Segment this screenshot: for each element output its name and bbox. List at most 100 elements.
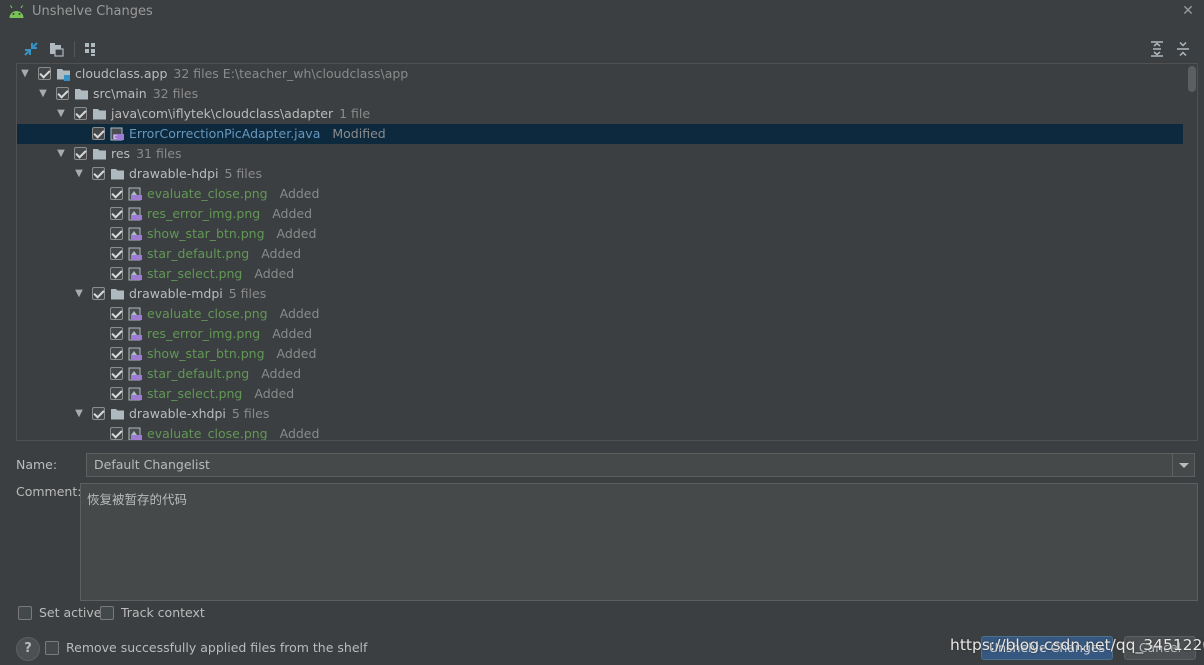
tree-row-name: show_star_btn.png (147, 346, 265, 361)
tree-row-status: Added (254, 386, 295, 401)
include-checkbox[interactable] (110, 327, 123, 340)
image-file-icon (128, 387, 142, 401)
tree-row-status: Added (272, 206, 313, 221)
tree-file-row[interactable]: C ErrorCorrectionPicAdapter.java Modified (17, 124, 1183, 144)
include-checkbox[interactable] (110, 207, 123, 220)
tree-file-row[interactable]: show_star_btn.png Added (17, 344, 1183, 364)
set-active-label: Set active (39, 605, 102, 620)
image-file-icon (128, 247, 142, 261)
tree-file-row[interactable]: star_default.png Added (17, 244, 1183, 264)
folder-icon (75, 89, 88, 100)
include-checkbox[interactable] (110, 187, 123, 200)
remove-applied-checkbox[interactable]: Remove successfully applied files from t… (45, 640, 368, 657)
include-checkbox[interactable] (110, 307, 123, 320)
expand-arrow-icon[interactable]: ▼ (55, 104, 67, 124)
tree-node[interactable]: ▼ src\main 32 files (17, 84, 1183, 104)
help-button[interactable]: ? (16, 637, 40, 661)
expand-arrow-icon[interactable]: ▼ (73, 284, 85, 304)
include-checkbox[interactable] (56, 87, 69, 100)
expand-arrow-icon[interactable]: ▼ (73, 404, 85, 424)
tree-scrollbar[interactable] (1188, 66, 1196, 92)
include-checkbox[interactable] (110, 387, 123, 400)
folder-icon (111, 289, 124, 300)
tree-node[interactable]: ▼ res 31 files (17, 144, 1183, 164)
changes-tree[interactable]: ▼ cloudclass.app 32 files E:\teacher_wh\cl… (16, 63, 1198, 441)
include-checkbox[interactable] (92, 167, 105, 180)
include-checkbox[interactable] (92, 407, 105, 420)
include-checkbox[interactable] (110, 267, 123, 280)
expand-arrow-icon[interactable]: ▼ (55, 144, 67, 164)
include-checkbox[interactable] (92, 287, 105, 300)
tree-node[interactable]: ▼ cloudclass.app 32 files E:\teacher_wh\cl… (17, 64, 1183, 84)
include-checkbox[interactable] (92, 127, 105, 140)
set-active-checkbox[interactable]: Set active (18, 606, 108, 622)
tree-row-label: drawable-hdpi 5 files (129, 164, 262, 184)
show-diff-icon[interactable] (22, 40, 40, 58)
close-icon[interactable]: ✕ (1180, 3, 1196, 19)
include-checkbox[interactable] (110, 367, 123, 380)
expand-all-icon[interactable] (1148, 40, 1166, 58)
tree-row-status: Modified (332, 126, 386, 141)
include-checkbox[interactable] (110, 227, 123, 240)
tree-row-label: res 31 files (111, 144, 182, 164)
tree-node[interactable]: ▼ java\com\iflytek\cloudclass\adapter 1 fi… (17, 104, 1183, 124)
image-file-icon (128, 307, 142, 321)
tree-row-status: Added (279, 306, 320, 321)
include-checkbox[interactable] (74, 147, 87, 160)
image-file-icon (128, 227, 142, 241)
tree-row-meta: 5 files (231, 406, 270, 421)
tree-file-row[interactable]: evaluate_close.png Added (17, 424, 1183, 441)
include-checkbox[interactable] (110, 247, 123, 260)
include-checkbox[interactable] (110, 347, 123, 360)
tree-file-row[interactable]: evaluate_close.png Added (17, 184, 1183, 204)
image-file-icon (128, 367, 142, 381)
tree-file-row[interactable]: star_select.png Added (17, 264, 1183, 284)
tree-row-meta: 32 files (152, 86, 199, 101)
tree-row-name: evaluate_close.png (147, 426, 268, 441)
include-checkbox[interactable] (110, 427, 123, 440)
tree-file-row[interactable]: star_default.png Added (17, 364, 1183, 384)
expand-arrow-icon[interactable]: ▼ (37, 84, 49, 104)
group-by-icon[interactable] (82, 40, 100, 58)
tree-row-name: res (111, 146, 131, 161)
tree-file-row[interactable]: evaluate_close.png Added (17, 304, 1183, 324)
tree-row-meta: 5 files (224, 166, 262, 181)
tree-row-name: drawable-mdpi (129, 286, 223, 301)
tree-row-name: drawable-hdpi (129, 166, 219, 181)
tree-node[interactable]: ▼ drawable-hdpi 5 files (17, 164, 1183, 184)
tree-row-status: Added (276, 226, 317, 241)
tree-node[interactable]: ▼ drawable-xhdpi 5 files (17, 404, 1183, 424)
tree-row-name: java\com\iflytek\cloudclass\adapter (111, 106, 334, 121)
tree-file-row[interactable]: show_star_btn.png Added (17, 224, 1183, 244)
image-file-icon (128, 267, 142, 281)
tree-row-label: evaluate_close.png Added (147, 304, 319, 324)
include-checkbox[interactable] (38, 67, 51, 80)
folder-icon (111, 409, 124, 420)
tree-file-row[interactable]: res_error_img.png Added (17, 324, 1183, 344)
tree-row-name: res_error_img.png (147, 326, 261, 341)
set-active-box[interactable] (18, 606, 32, 620)
track-context-box[interactable] (100, 606, 114, 620)
tree-row-name: show_star_btn.png (147, 226, 265, 241)
expand-arrow-icon[interactable]: ▼ (19, 64, 31, 84)
tree-node[interactable]: ▼ drawable-mdpi 5 files (17, 284, 1183, 304)
tree-file-row[interactable]: res_error_img.png Added (17, 204, 1183, 224)
changelist-name-combo[interactable]: Default Changelist (86, 453, 1195, 477)
tree-file-row[interactable]: star_select.png Added (17, 384, 1183, 404)
track-context-checkbox[interactable]: Track context (100, 606, 210, 622)
remove-applied-box[interactable] (45, 641, 59, 655)
remove-applied-label: Remove successfully applied files from t… (66, 640, 368, 655)
collapse-all-icon[interactable] (1174, 40, 1192, 58)
tree-row-name: star_default.png (147, 246, 250, 261)
chevron-down-icon[interactable] (1172, 454, 1194, 476)
include-checkbox[interactable] (74, 107, 87, 120)
watermark-text: https://blog.csdn.net/qq_34512207 (950, 636, 1204, 654)
track-context-label: Track context (121, 605, 205, 620)
comment-textarea[interactable]: 恢复被暂存的代码 (80, 483, 1198, 601)
expand-arrow-icon[interactable]: ▼ (73, 164, 85, 184)
name-label: Name: (16, 457, 58, 472)
group-by-directory-icon[interactable] (48, 40, 66, 58)
tree-row-label: evaluate_close.png Added (147, 184, 319, 204)
tree-row-meta: 1 file (339, 106, 371, 121)
tree-row-status: Added (261, 366, 302, 381)
